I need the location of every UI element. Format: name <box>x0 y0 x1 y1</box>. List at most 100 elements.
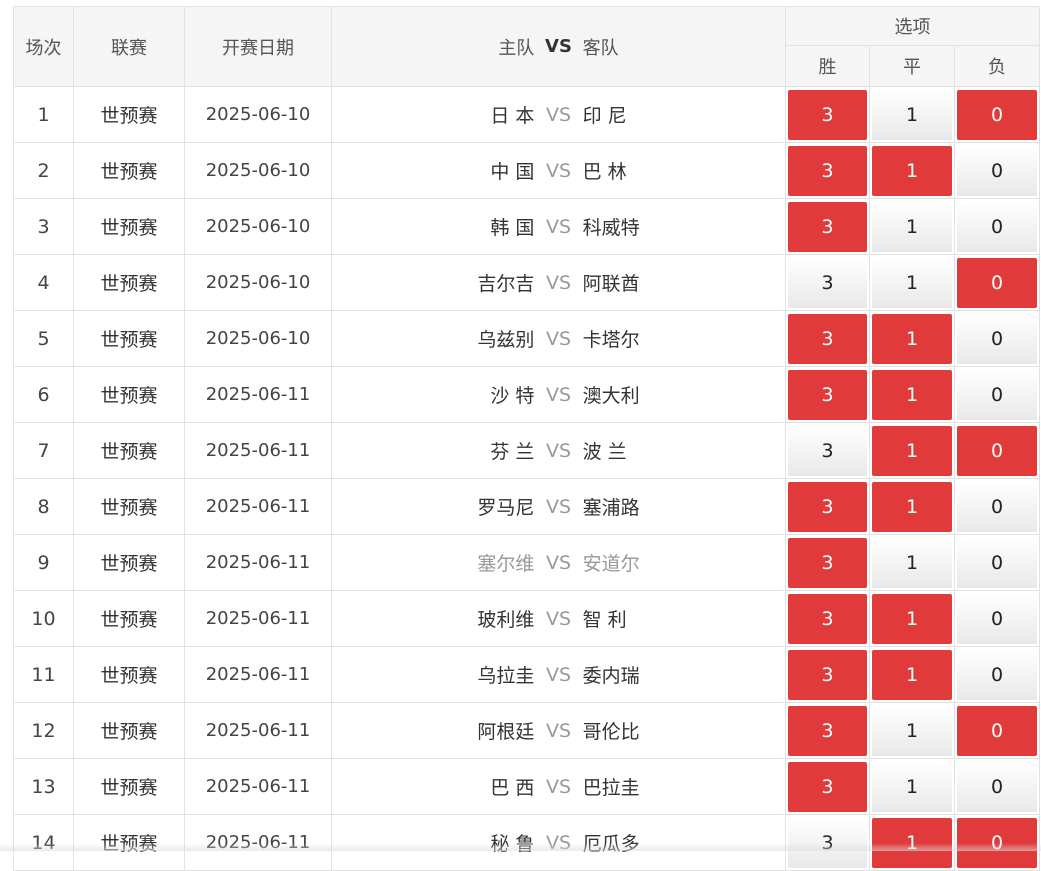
option-lose-cell: 0 <box>955 367 1040 423</box>
option-draw-button[interactable]: 1 <box>872 146 952 196</box>
option-draw-button[interactable]: 1 <box>872 762 952 812</box>
match-teams: 乌兹别VS卡塔尔 <box>332 311 786 367</box>
option-draw-button[interactable]: 1 <box>872 202 952 252</box>
option-win-button[interactable]: 3 <box>788 202 867 252</box>
option-lose-cell: 0 <box>955 703 1040 759</box>
option-win-button[interactable]: 3 <box>788 258 867 308</box>
vs-label: VS <box>534 440 582 462</box>
option-draw-cell: 1 <box>870 703 955 759</box>
match-teams: 日 本VS印 尼 <box>332 87 786 143</box>
round-number: 12 <box>14 703 74 759</box>
league-name: 世预赛 <box>74 199 185 255</box>
table-row: 2世预赛2025-06-10中 国VS巴 林310 <box>14 143 1040 199</box>
header-lose: 负 <box>955 46 1040 87</box>
option-draw-button[interactable]: 1 <box>872 594 952 644</box>
home-team: 阿根廷 <box>332 717 534 744</box>
option-win-button[interactable]: 3 <box>788 762 867 812</box>
league-name: 世预赛 <box>74 591 185 647</box>
option-win-cell: 3 <box>786 311 870 367</box>
option-draw-button[interactable]: 1 <box>872 258 952 308</box>
option-win-cell: 3 <box>786 143 870 199</box>
option-win-button[interactable]: 3 <box>788 482 867 532</box>
option-lose-cell: 0 <box>955 423 1040 479</box>
option-lose-cell: 0 <box>955 87 1040 143</box>
option-win-cell: 3 <box>786 87 870 143</box>
header-draw: 平 <box>870 46 955 87</box>
option-draw-button[interactable]: 1 <box>872 706 952 756</box>
header-match: 主队 VS 客队 <box>332 7 786 87</box>
match-teams: 乌拉圭VS委内瑞 <box>332 647 786 703</box>
option-draw-button[interactable]: 1 <box>872 482 952 532</box>
vs-label: VS <box>534 608 582 630</box>
table-row: 8世预赛2025-06-11罗马尼VS塞浦路310 <box>14 479 1040 535</box>
header-vs: VS <box>534 36 582 57</box>
option-draw-button[interactable]: 1 <box>872 650 952 700</box>
option-win-button[interactable]: 3 <box>788 706 867 756</box>
option-win-button[interactable]: 3 <box>788 314 867 364</box>
option-lose-button[interactable]: 0 <box>957 594 1037 644</box>
header-home: 主队 <box>332 34 534 60</box>
option-draw-button[interactable]: 1 <box>872 426 952 476</box>
vs-label: VS <box>534 496 582 518</box>
away-team: 安道尔 <box>583 549 785 576</box>
home-team: 玻利维 <box>332 605 534 632</box>
round-number: 11 <box>14 647 74 703</box>
option-lose-button[interactable]: 0 <box>957 258 1037 308</box>
league-name: 世预赛 <box>74 255 185 311</box>
match-date: 2025-06-11 <box>185 367 332 423</box>
table-row: 12世预赛2025-06-11阿根廷VS哥伦比310 <box>14 703 1040 759</box>
option-lose-button[interactable]: 0 <box>957 370 1037 420</box>
home-team: 乌拉圭 <box>332 661 534 688</box>
option-draw-button[interactable]: 1 <box>872 538 952 588</box>
round-number: 13 <box>14 759 74 815</box>
option-win-cell: 3 <box>786 199 870 255</box>
option-win-button[interactable]: 3 <box>788 594 867 644</box>
option-lose-button[interactable]: 0 <box>957 650 1037 700</box>
league-name: 世预赛 <box>74 535 185 591</box>
match-teams: 玻利维VS智 利 <box>332 591 786 647</box>
match-teams: 芬 兰VS波 兰 <box>332 423 786 479</box>
match-date: 2025-06-10 <box>185 311 332 367</box>
option-draw-button[interactable]: 1 <box>872 314 952 364</box>
away-team: 卡塔尔 <box>583 325 785 352</box>
header-date: 开赛日期 <box>185 7 332 87</box>
match-date: 2025-06-10 <box>185 199 332 255</box>
option-win-button[interactable]: 3 <box>788 426 867 476</box>
table-row: 13世预赛2025-06-11巴 西VS巴拉圭310 <box>14 759 1040 815</box>
option-draw-button[interactable]: 1 <box>872 90 952 140</box>
vs-label: VS <box>534 272 582 294</box>
away-team: 印 尼 <box>583 101 785 128</box>
round-number: 10 <box>14 591 74 647</box>
option-lose-button[interactable]: 0 <box>957 426 1037 476</box>
option-win-button[interactable]: 3 <box>788 650 867 700</box>
option-lose-cell: 0 <box>955 647 1040 703</box>
option-lose-button[interactable]: 0 <box>957 90 1037 140</box>
away-team: 澳大利 <box>583 381 785 408</box>
league-name: 世预赛 <box>74 87 185 143</box>
vs-label: VS <box>534 160 582 182</box>
option-win-cell: 3 <box>786 423 870 479</box>
header-win: 胜 <box>786 46 870 87</box>
away-team: 哥伦比 <box>583 717 785 744</box>
option-lose-button[interactable]: 0 <box>957 706 1037 756</box>
league-name: 世预赛 <box>74 479 185 535</box>
option-lose-button[interactable]: 0 <box>957 314 1037 364</box>
option-lose-button[interactable]: 0 <box>957 762 1037 812</box>
option-win-button[interactable]: 3 <box>788 90 867 140</box>
table-header: 场次 联赛 开赛日期 主队 VS 客队 选项 胜 平 负 <box>14 7 1040 87</box>
option-draw-button[interactable]: 1 <box>872 370 952 420</box>
option-win-button[interactable]: 3 <box>788 146 867 196</box>
option-win-button[interactable]: 3 <box>788 538 867 588</box>
option-draw-cell: 1 <box>870 143 955 199</box>
vs-label: VS <box>534 384 582 406</box>
option-lose-button[interactable]: 0 <box>957 482 1037 532</box>
option-win-cell: 3 <box>786 703 870 759</box>
option-lose-button[interactable]: 0 <box>957 202 1037 252</box>
vs-label: VS <box>534 776 582 798</box>
option-lose-button[interactable]: 0 <box>957 538 1037 588</box>
option-win-button[interactable]: 3 <box>788 370 867 420</box>
option-draw-cell: 1 <box>870 479 955 535</box>
table-row: 6世预赛2025-06-11沙 特VS澳大利310 <box>14 367 1040 423</box>
match-teams: 罗马尼VS塞浦路 <box>332 479 786 535</box>
option-lose-button[interactable]: 0 <box>957 146 1037 196</box>
